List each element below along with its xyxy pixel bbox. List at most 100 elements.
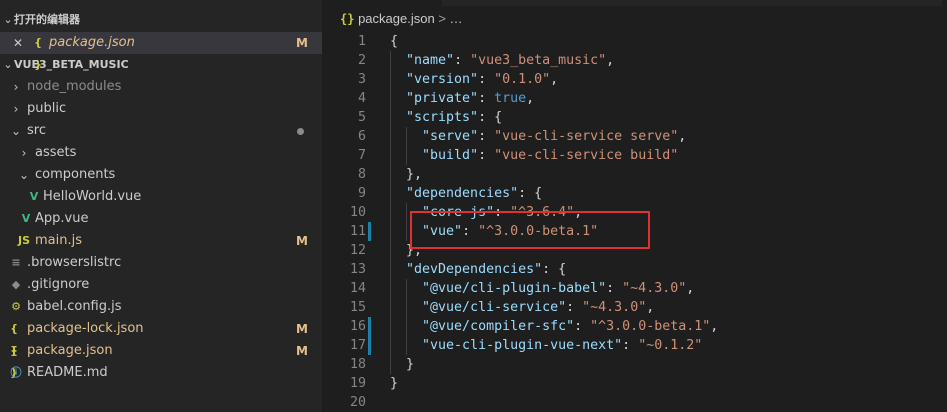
code-line[interactable]: 1{ [322, 32, 947, 51]
open-editor-item[interactable]: ✕ { } package.json M [0, 32, 322, 71]
code-text: "devDependencies": { [406, 262, 567, 277]
code-line[interactable]: 3 "version": "0.1.0", [322, 70, 947, 89]
line-number: 7 [357, 148, 366, 163]
code-text: "@vue/cli-service": "~4.3.0", [422, 300, 655, 315]
file-tree-item[interactable]: › node_modules [0, 76, 322, 98]
file-tree-item[interactable]: { } package-lock.json M [0, 318, 322, 357]
code-text: "@vue/compiler-sfc": "^3.0.0-beta.1", [422, 319, 719, 334]
code-line[interactable]: 18 } [322, 355, 947, 374]
code-text: "dependencies": { [406, 186, 543, 201]
line-number: 19 [349, 376, 366, 391]
code-line[interactable]: 14 "@vue/cli-plugin-babel": "~4.3.0", [322, 279, 947, 298]
file-tree-item[interactable]: ⌄ components [0, 164, 322, 186]
file-tree-item[interactable]: ⓘ README.md [0, 362, 322, 384]
code-text: "name": "vue3_beta_music", [406, 53, 615, 68]
file-tree-label: src [27, 123, 46, 138]
file-tree-item[interactable]: ⌄ src [0, 120, 322, 142]
line-number: 4 [357, 91, 366, 106]
code-line[interactable]: 4 "private": true, [322, 89, 947, 108]
code-line[interactable]: 7 "build": "vue-cli-service build" [322, 146, 947, 165]
chevron-down-icon: ⌄ [3, 13, 13, 26]
open-editor-label: package.json [49, 35, 135, 50]
code-line[interactable]: 8 }, [322, 165, 947, 184]
file-tree-item[interactable]: ◆ .gitignore [0, 274, 322, 296]
indent-guide [406, 279, 407, 355]
code-line[interactable]: 20 [322, 393, 947, 412]
file-tree-label: components [35, 167, 116, 182]
file-tree-item[interactable]: { } package.json M [0, 340, 322, 379]
file-tree-item[interactable]: ≡ .browserslistrc [0, 252, 322, 274]
chevron-right-icon: › [13, 102, 19, 116]
babel-file-icon: ⚙ [11, 300, 21, 313]
project-header[interactable]: ⌄ VUE3_BETA_MUSIC [0, 55, 322, 75]
file-tree-label: README.md [27, 365, 108, 380]
code-line[interactable]: 2 "name": "vue3_beta_music", [322, 51, 947, 70]
changes-dot-icon [297, 128, 304, 135]
line-number: 6 [357, 129, 366, 144]
code-line[interactable]: 5 "scripts": { [322, 108, 947, 127]
code-editor[interactable]: {} package.json > … 1{2 "name": "vue3_be… [322, 0, 947, 412]
indent-guide [406, 127, 407, 165]
chevron-down-icon: ⌄ [3, 58, 13, 71]
info-file-icon: ⓘ [10, 366, 22, 379]
line-number: 16 [349, 319, 366, 334]
chevron-right-icon: › [13, 80, 19, 94]
modified-badge: M [296, 36, 308, 50]
config-file-icon: ≡ [11, 256, 21, 269]
code-line[interactable]: 19} [322, 374, 947, 393]
line-number: 13 [349, 262, 366, 277]
code-text: "scripts": { [406, 110, 503, 125]
line-number: 12 [349, 243, 366, 258]
line-number: 11 [349, 224, 366, 239]
code-text: }, [390, 167, 423, 182]
vue-file-icon: V [21, 212, 31, 225]
file-tree-label: .gitignore [27, 277, 90, 292]
file-tree-item[interactable]: › public [0, 98, 322, 120]
line-number: 10 [349, 205, 366, 220]
file-tree-item[interactable]: V App.vue [0, 208, 322, 230]
code-line[interactable]: 6 "serve": "vue-cli-service serve", [322, 127, 947, 146]
code-line[interactable]: 16 "@vue/compiler-sfc": "^3.0.0-beta.1", [322, 317, 947, 336]
modified-line-marker [368, 336, 371, 355]
json-file-icon: {} [340, 12, 355, 26]
highlight-box [410, 211, 650, 249]
line-number: 18 [349, 357, 366, 372]
line-number: 2 [357, 53, 366, 68]
file-tree-label: public [27, 101, 67, 116]
line-number: 17 [349, 338, 366, 353]
file-tree-item[interactable]: ⚙ babel.config.js [0, 296, 322, 318]
file-tree-label: assets [35, 145, 77, 160]
code-text: "@vue/cli-plugin-babel": "~4.3.0", [422, 281, 695, 296]
code-line[interactable]: 15 "@vue/cli-service": "~4.3.0", [322, 298, 947, 317]
indent-guide [406, 203, 407, 241]
breadcrumb-file[interactable]: package.json [358, 11, 435, 26]
code-line[interactable]: 17 "vue-cli-plugin-vue-next": "~0.1.2" [322, 336, 947, 355]
breadcrumb: {} package.json > … [340, 9, 463, 29]
js-file-icon: JS [17, 234, 30, 247]
code-text: } [390, 376, 399, 391]
code-line[interactable]: 9 "dependencies": { [322, 184, 947, 203]
file-tree-item[interactable]: JS main.js M [0, 230, 322, 252]
file-tree-item[interactable]: › assets [0, 142, 322, 164]
breadcrumb-more[interactable]: … [450, 11, 463, 26]
modified-line-marker [368, 222, 371, 241]
chevron-down-icon: ⌄ [18, 168, 30, 182]
close-icon[interactable]: ✕ [12, 32, 24, 54]
file-tree-item[interactable]: V HelloWorld.vue [0, 186, 322, 208]
chevron-down-icon: ⌄ [10, 124, 22, 138]
open-editors-header[interactable]: ⌄ 打开的编辑器 [0, 10, 322, 30]
project-title: VUE3_BETA_MUSIC [14, 58, 129, 71]
file-tree-label: App.vue [35, 211, 89, 226]
code-text: "build": "vue-cli-service build" [422, 148, 679, 163]
open-editors-title: 打开的编辑器 [14, 13, 80, 26]
modified-badge: M [296, 234, 308, 248]
code-line[interactable]: 13 "devDependencies": { [322, 260, 947, 279]
file-tree-label: HelloWorld.vue [43, 189, 142, 204]
code-text: { [390, 34, 399, 49]
line-number: 20 [349, 395, 366, 410]
modified-badge: M [296, 322, 308, 336]
tab-strip [442, 0, 942, 6]
code-text: } [390, 357, 415, 372]
vue-file-icon: V [29, 190, 39, 203]
line-number: 15 [349, 300, 366, 315]
